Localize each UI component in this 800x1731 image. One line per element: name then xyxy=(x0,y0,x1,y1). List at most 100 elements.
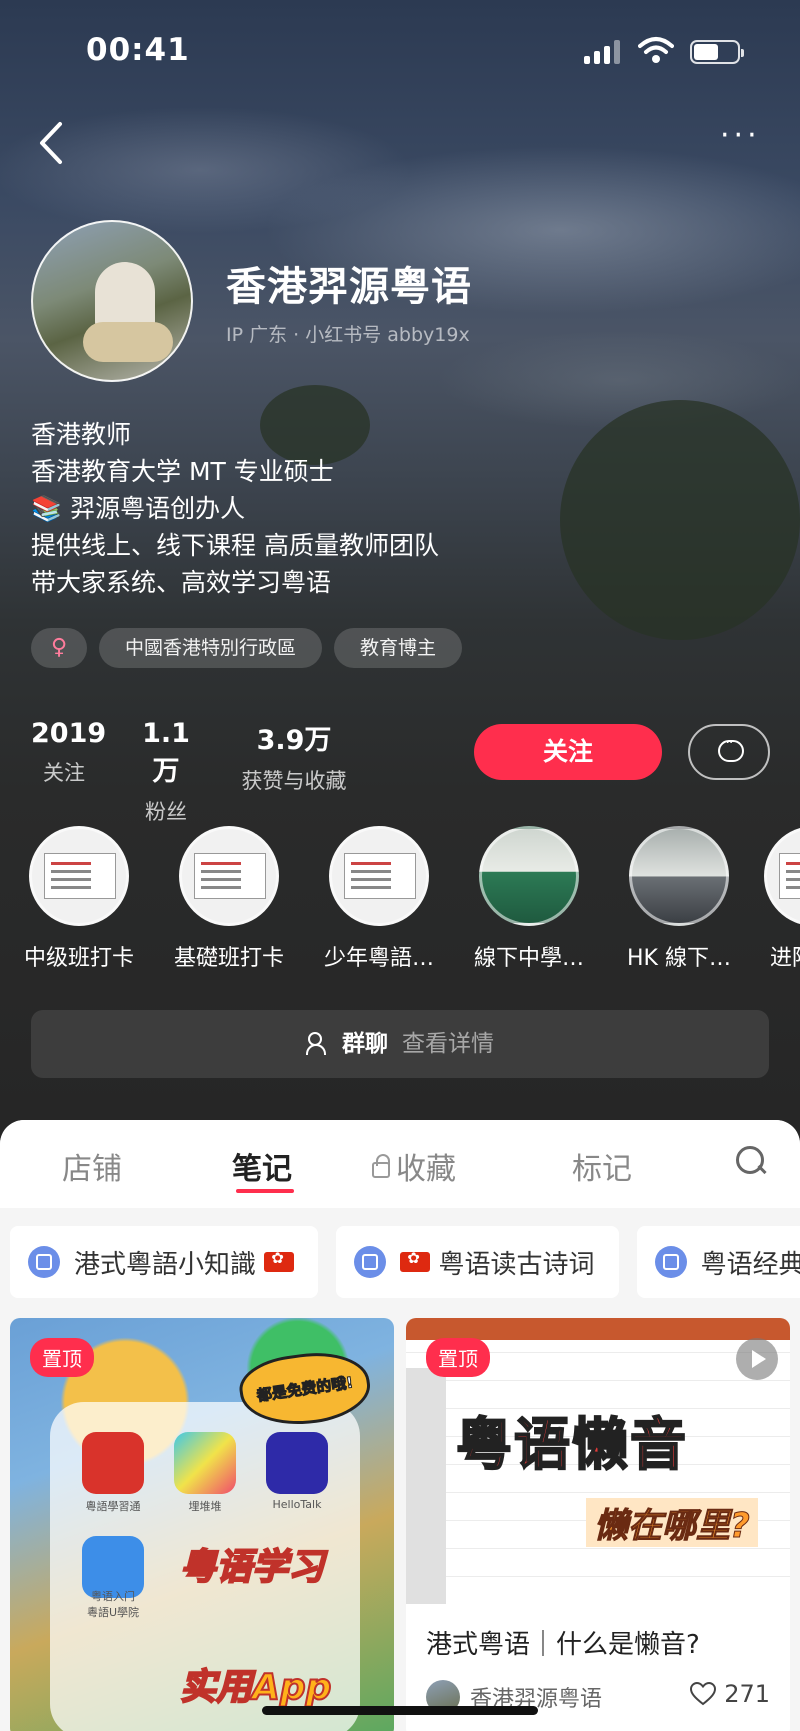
bio-line: 香港教师 xyxy=(31,420,132,449)
category-tag: 教育博主 xyxy=(334,628,463,668)
avatar-scooter xyxy=(83,322,173,362)
collection-icon xyxy=(654,1246,687,1278)
pinned-badge: 置顶 xyxy=(426,1338,490,1377)
group-chat-title: 群聊 xyxy=(342,1031,388,1057)
ip-and-id: IP 广东 · 小红书号 abby19x xyxy=(226,324,470,346)
stat-following[interactable]: 2019 关注 xyxy=(31,718,107,787)
cover-toolbar xyxy=(406,1318,790,1340)
profile-name: 香港羿源粤语 xyxy=(226,264,472,310)
message-button[interactable] xyxy=(688,724,770,780)
app-label: 粤语入门 xyxy=(91,1590,135,1603)
app-icon xyxy=(266,1432,328,1494)
active-tab-indicator xyxy=(236,1189,294,1193)
bio-line: 提供线上、线下课程 高质量教师团队 xyxy=(31,531,439,560)
profile-bio: 香港教师 香港教育大学 MT 专业硕士 📚 羿源粤语创办人 提供线上、线下课程 … xyxy=(31,416,439,601)
collection-item[interactable]: 粤语经典 xyxy=(636,1226,800,1298)
highlight-label: 中级班打卡 xyxy=(23,946,134,971)
tab-favorites[interactable]: 收藏 xyxy=(372,1144,456,1188)
chat-bubble-icon xyxy=(718,735,744,762)
content-sheet: 店铺 笔记 收藏 标记 港式粵語小知識 粤语读古诗词 粤语经典 粵語學習通 埋堆… xyxy=(0,1120,800,1731)
lock-icon xyxy=(372,1154,390,1178)
profile-tags: ♀ 中國香港特別行政區 教育博主 xyxy=(31,628,463,668)
region-tag: 中國香港特別行政區 xyxy=(99,628,323,668)
hong-kong-flag-icon xyxy=(400,1249,431,1272)
status-bar: 00:41 xyxy=(0,0,800,100)
stat-label: 关注 xyxy=(43,761,85,785)
more-options-icon[interactable]: ··· xyxy=(720,121,766,156)
cover-overlay-text: 懒在哪里? xyxy=(586,1498,758,1547)
collection-list: 港式粵語小知識 粤语读古诗词 粤语经典 xyxy=(10,1226,800,1298)
hong-kong-flag-icon xyxy=(264,1249,295,1272)
bio-line: 📚 羿源粤语创办人 xyxy=(31,494,246,523)
highlight-item[interactable]: HK 線下… xyxy=(614,826,744,972)
cover-slide-panel xyxy=(406,1368,446,1604)
group-chat-detail: 查看详情 xyxy=(402,1031,494,1057)
group-people-icon xyxy=(306,1032,336,1055)
home-indicator[interactable] xyxy=(262,1706,538,1715)
stat-followers[interactable]: 1.1万 粉丝 xyxy=(131,718,201,826)
like-count: 271 xyxy=(724,1680,770,1708)
highlight-cover xyxy=(629,826,729,926)
stat-label: 粉丝 xyxy=(145,800,187,824)
note-cover: 粤语懒音 懒在哪里? 置顶 xyxy=(406,1318,790,1604)
stat-likes-and-saves[interactable]: 3.9万 获赞与收藏 xyxy=(232,718,356,795)
highlight-item[interactable]: 中级班打卡 xyxy=(14,826,144,972)
bio-line: 香港教育大学 MT 专业硕士 xyxy=(31,457,334,486)
group-chat-bar[interactable]: 群聊 查看详情 xyxy=(31,1010,769,1078)
highlight-cover xyxy=(764,826,800,926)
highlight-label: 線下中學… xyxy=(473,946,584,971)
collection-label: 港式粵語小知識 xyxy=(74,1249,257,1280)
stat-number: 3.9万 xyxy=(256,725,332,756)
collection-icon xyxy=(28,1246,60,1278)
status-time: 00:41 xyxy=(86,32,190,68)
app-label: 粵語學習通 xyxy=(85,1500,141,1513)
tab-notes[interactable]: 笔记 xyxy=(232,1144,292,1188)
battery-icon xyxy=(690,40,744,64)
tab-shop[interactable]: 店铺 xyxy=(62,1144,122,1188)
note-card[interactable]: 粤语懒音 懒在哪里? 置顶 港式粤语｜什么是懒音? 香港羿源粤语 271 xyxy=(406,1318,790,1731)
tab-bar: 店铺 笔记 收藏 标记 xyxy=(0,1120,800,1208)
tab-favorites-label: 收藏 xyxy=(396,1152,456,1187)
highlight-label: 少年粵語… xyxy=(323,946,434,971)
highlight-item[interactable]: 基礎班打卡 xyxy=(164,826,294,972)
highlight-label: 基礎班打卡 xyxy=(173,946,284,971)
app-icon xyxy=(174,1432,236,1494)
collection-item[interactable]: 粤语读古诗词 xyxy=(336,1226,619,1298)
heart-icon xyxy=(690,1682,717,1706)
app-label: 粵語U學院 xyxy=(86,1606,140,1619)
cover-overlay-text: 粤语懒音 xyxy=(455,1412,688,1479)
video-play-icon xyxy=(736,1338,778,1380)
search-icon[interactable] xyxy=(736,1146,766,1176)
collection-icon xyxy=(354,1246,387,1278)
cover-overlay-text: 实用App xyxy=(179,1666,332,1709)
highlight-item[interactable]: 少年粵語… xyxy=(314,826,444,972)
tree-silhouette xyxy=(560,400,800,640)
highlight-item[interactable]: 線下中學… xyxy=(464,826,594,972)
avatar[interactable] xyxy=(31,220,193,382)
highlight-cover xyxy=(479,826,579,926)
app-label: HelloTalk xyxy=(272,1498,322,1511)
bio-line: 带大家系统、高效学习粤语 xyxy=(31,568,332,597)
follow-button[interactable]: 关注 xyxy=(474,724,662,780)
like-button[interactable]: 271 xyxy=(690,1680,770,1708)
pinned-badge: 置顶 xyxy=(30,1338,94,1377)
cellular-signal-icon xyxy=(584,40,620,64)
gender-female-icon: ♀ xyxy=(31,628,87,668)
collection-label: 粤语经典 xyxy=(700,1249,800,1280)
collection-label: 粤语读古诗词 xyxy=(438,1249,595,1280)
collection-item[interactable]: 港式粵語小知識 xyxy=(10,1226,319,1298)
highlight-label: 进阶 xyxy=(770,946,800,971)
tab-marked[interactable]: 标记 xyxy=(572,1144,632,1188)
stat-number: 2019 xyxy=(31,718,107,749)
highlight-cover xyxy=(329,826,429,926)
stat-label: 获赞与收藏 xyxy=(241,769,347,793)
wifi-icon xyxy=(638,37,674,63)
highlight-item[interactable]: 进阶 xyxy=(764,826,800,972)
highlight-cover xyxy=(179,826,279,926)
highlight-cover xyxy=(29,826,129,926)
cover-overlay-text: 粤语学习 xyxy=(179,1546,325,1589)
note-card[interactable]: 粵語學習通 埋堆堆 HelloTalk 粤语入门 粵語U學院 都是免费的哦! 粤… xyxy=(10,1318,394,1731)
stat-number: 1.1万 xyxy=(142,718,190,787)
app-icon xyxy=(82,1432,144,1494)
back-arrow-icon[interactable] xyxy=(34,118,70,168)
